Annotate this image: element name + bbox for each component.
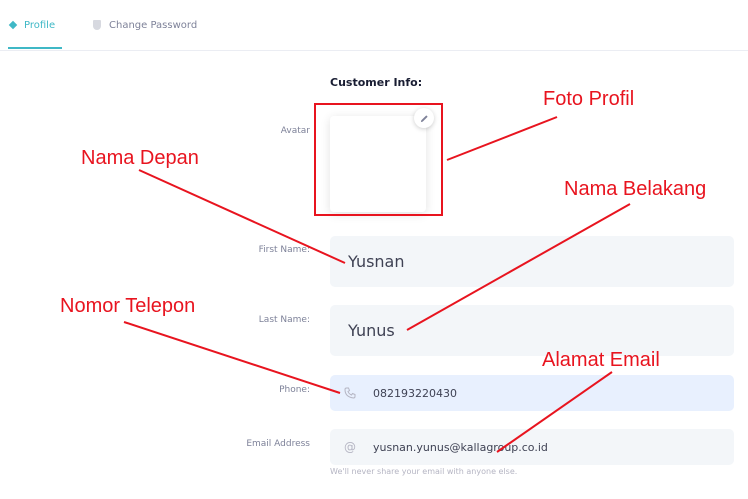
annotation-line-nama-depan — [138, 169, 346, 264]
annotation-alamat-email: Alamat Email — [542, 349, 660, 371]
annotation-foto-profil: Foto Profil — [543, 88, 635, 110]
annotation-nama-depan: Nama Depan — [81, 147, 199, 169]
annotation-line-alamat-email — [496, 371, 613, 453]
annotation-line-nomor-telepon — [123, 321, 341, 394]
annotation-line-nama-belakang — [406, 203, 631, 331]
annotation-lines — [123, 116, 631, 453]
annotation-nomor-telepon: Nomor Telepon — [60, 295, 196, 317]
annotation-line-foto-profil — [446, 116, 558, 161]
annotation-nama-belakang: Nama Belakang — [564, 178, 707, 200]
